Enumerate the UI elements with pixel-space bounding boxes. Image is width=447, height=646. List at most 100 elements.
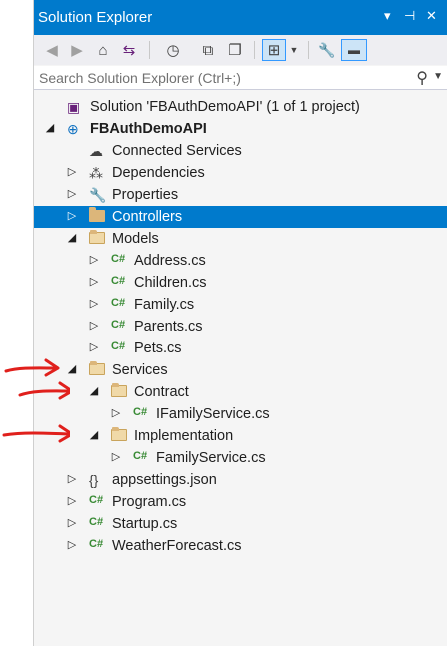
csharp-file-icon: C#	[111, 274, 126, 287]
tree-item[interactable]: ▣ Solution 'FBAuthDemoAPI' (1 of 1 projec…	[34, 96, 447, 118]
properties-icon: 🔧	[89, 186, 107, 203]
expand-arrow-icon[interactable]: ▷	[66, 164, 78, 180]
tree-item-label: Contract	[134, 384, 189, 401]
expand-arrow-icon[interactable]: ▷	[110, 449, 122, 465]
csharp-file-icon: C#	[111, 296, 126, 309]
sync-dropdown-icon[interactable]: ▼	[288, 39, 300, 61]
tree-item[interactable]: ◢ Implementation	[34, 425, 447, 447]
csharp-file-icon: C#	[111, 318, 126, 331]
expand-arrow-icon[interactable]: ▷	[88, 296, 100, 312]
collapse-all-icon[interactable]: ⧉	[198, 39, 218, 61]
search-input[interactable]: Search Solution Explorer (Ctrl+;)	[39, 70, 241, 86]
show-all-files-icon[interactable]: ❐	[224, 39, 246, 61]
tree-item[interactable]: ◢ Services	[34, 359, 447, 381]
folder-icon	[89, 206, 105, 222]
folder-open-icon	[111, 383, 127, 398]
tree-item[interactable]: ▷ {} appsettings.json	[34, 469, 447, 491]
json-file-icon: {}	[89, 472, 99, 489]
tree-item-label: Family.cs	[134, 296, 195, 313]
tree-item-label: Controllers	[112, 208, 183, 225]
tree-item-label: Program.cs	[112, 494, 187, 511]
expand-arrow-icon[interactable]: ▷	[110, 405, 122, 421]
tree-item[interactable]: ▷ C# Children.cs	[34, 272, 447, 294]
tree-item[interactable]: ▷ C# Parents.cs	[34, 316, 447, 338]
tree-item[interactable]: ▷ 🔧 Properties	[34, 184, 447, 206]
forward-icon[interactable]: ▶	[67, 39, 87, 61]
tree-item[interactable]: ▷ C# WeatherForecast.cs	[34, 535, 447, 557]
search-box[interactable]: Search Solution Explorer (Ctrl+;) ⚲ ▼	[34, 66, 447, 90]
pin-icon[interactable]: ⊣	[404, 8, 415, 24]
expand-arrow-icon[interactable]: ▷	[88, 274, 100, 290]
window-position-dropdown-icon[interactable]: ▾	[384, 8, 391, 24]
expand-arrow-icon[interactable]: ▷	[66, 515, 78, 531]
solution-icon: ▣	[67, 99, 81, 115]
expand-arrow-icon[interactable]: ▷	[66, 493, 78, 509]
csharp-file-icon: C#	[133, 406, 148, 419]
tree-item-label: Models	[112, 230, 159, 247]
tree-item-label: FamilyService.cs	[156, 450, 266, 467]
tree-item[interactable]: ▷ Controllers	[34, 205, 447, 228]
back-icon[interactable]: ◀	[42, 39, 62, 61]
close-icon[interactable]: ✕	[426, 8, 437, 24]
tree-item[interactable]: ◢ ⊕ FBAuthDemoAPI	[34, 118, 447, 140]
annotation-arrows	[2, 358, 70, 443]
toolbar-separator	[149, 41, 150, 59]
tree-item-label: Services	[112, 362, 168, 379]
tree-item[interactable]: ☁ Connected Services	[34, 140, 447, 162]
tree-item[interactable]: ▷ ⁂ Dependencies	[34, 162, 447, 184]
sync-active-document-icon[interactable]: ⊞	[262, 39, 286, 61]
tree-item[interactable]: ▷ C# Address.cs	[34, 250, 447, 272]
search-options-dropdown-icon[interactable]: ▼	[433, 71, 443, 82]
collapse-arrow-icon[interactable]: ◢	[88, 427, 100, 443]
tree-item[interactable]: ▷ C# Pets.cs	[34, 337, 447, 359]
connected-services-icon: ☁	[89, 142, 103, 159]
web-project-icon: ⊕	[67, 120, 79, 137]
expand-arrow-icon[interactable]: ▷	[88, 252, 100, 268]
search-icon[interactable]: ⚲	[416, 68, 428, 88]
csharp-file-icon: C#	[111, 340, 126, 353]
tree-item-label: Pets.cs	[134, 340, 182, 357]
tree-item-label: FBAuthDemoAPI	[90, 120, 207, 137]
tree-item-label: appsettings.json	[112, 472, 217, 489]
tree-item-label: Address.cs	[134, 252, 206, 269]
toolbar-separator	[254, 41, 255, 59]
collapse-arrow-icon[interactable]: ◢	[66, 230, 78, 246]
expand-arrow-icon[interactable]: ▷	[66, 537, 78, 553]
toolbar-separator	[308, 41, 309, 59]
tree-item-label: Connected Services	[112, 142, 242, 159]
annotation-arrow-services	[4, 358, 60, 377]
tree-item[interactable]: ◢ Contract	[34, 381, 447, 403]
expand-arrow-icon[interactable]: ▷	[66, 471, 78, 487]
expand-arrow-icon[interactable]: ▷	[66, 186, 78, 202]
tree-item[interactable]: ▷ C# IFamilyService.cs	[34, 403, 447, 425]
pending-changes-icon[interactable]: ◷	[158, 39, 188, 61]
expand-arrow-icon[interactable]: ▷	[88, 318, 100, 334]
tree-item-label: Implementation	[134, 428, 234, 445]
tree-item-label: Properties	[112, 186, 179, 203]
csharp-file-icon: C#	[89, 538, 104, 550]
tree-item-label: Parents.cs	[134, 318, 203, 335]
tree-item[interactable]: ◢ Models	[34, 228, 447, 250]
home-icon[interactable]: ⌂	[92, 39, 114, 61]
expand-arrow-icon[interactable]: ▷	[66, 208, 78, 224]
switch-views-icon[interactable]: ⇆	[118, 39, 140, 61]
tree-item[interactable]: ▷ C# Family.cs	[34, 294, 447, 316]
expand-arrow-icon[interactable]: ▷	[88, 339, 100, 355]
csharp-file-icon: C#	[133, 450, 148, 463]
toolbar: ◀ ▶ ⌂ ⇆ ◷ ⧉ ❐ ⊞ ▼ 🔧 ▬	[34, 35, 447, 65]
tree-item[interactable]: ▷ C# Program.cs	[34, 491, 447, 513]
collapse-arrow-icon[interactable]: ◢	[44, 120, 56, 136]
properties-icon[interactable]: 🔧	[316, 39, 338, 61]
tree-item-label: Startup.cs	[112, 516, 178, 533]
solution-explorer-panel: Solution Explorer ▾ ⊣ ✕ ◀ ▶ ⌂ ⇆ ◷ ⧉ ❐ ⊞ …	[33, 0, 447, 646]
tree-item[interactable]: ▷ C# Startup.cs	[34, 513, 447, 535]
csharp-file-icon: C#	[111, 252, 126, 265]
panel-title: Solution Explorer	[38, 9, 153, 26]
dependencies-icon: ⁂	[89, 164, 103, 181]
csharp-file-icon: C#	[89, 494, 104, 507]
preview-icon[interactable]: ▬	[341, 39, 367, 61]
collapse-arrow-icon[interactable]: ◢	[88, 383, 100, 399]
tree-item[interactable]: ▷ C# FamilyService.cs	[34, 447, 447, 469]
folder-open-icon	[89, 229, 105, 244]
csharp-file-icon: C#	[89, 516, 104, 529]
